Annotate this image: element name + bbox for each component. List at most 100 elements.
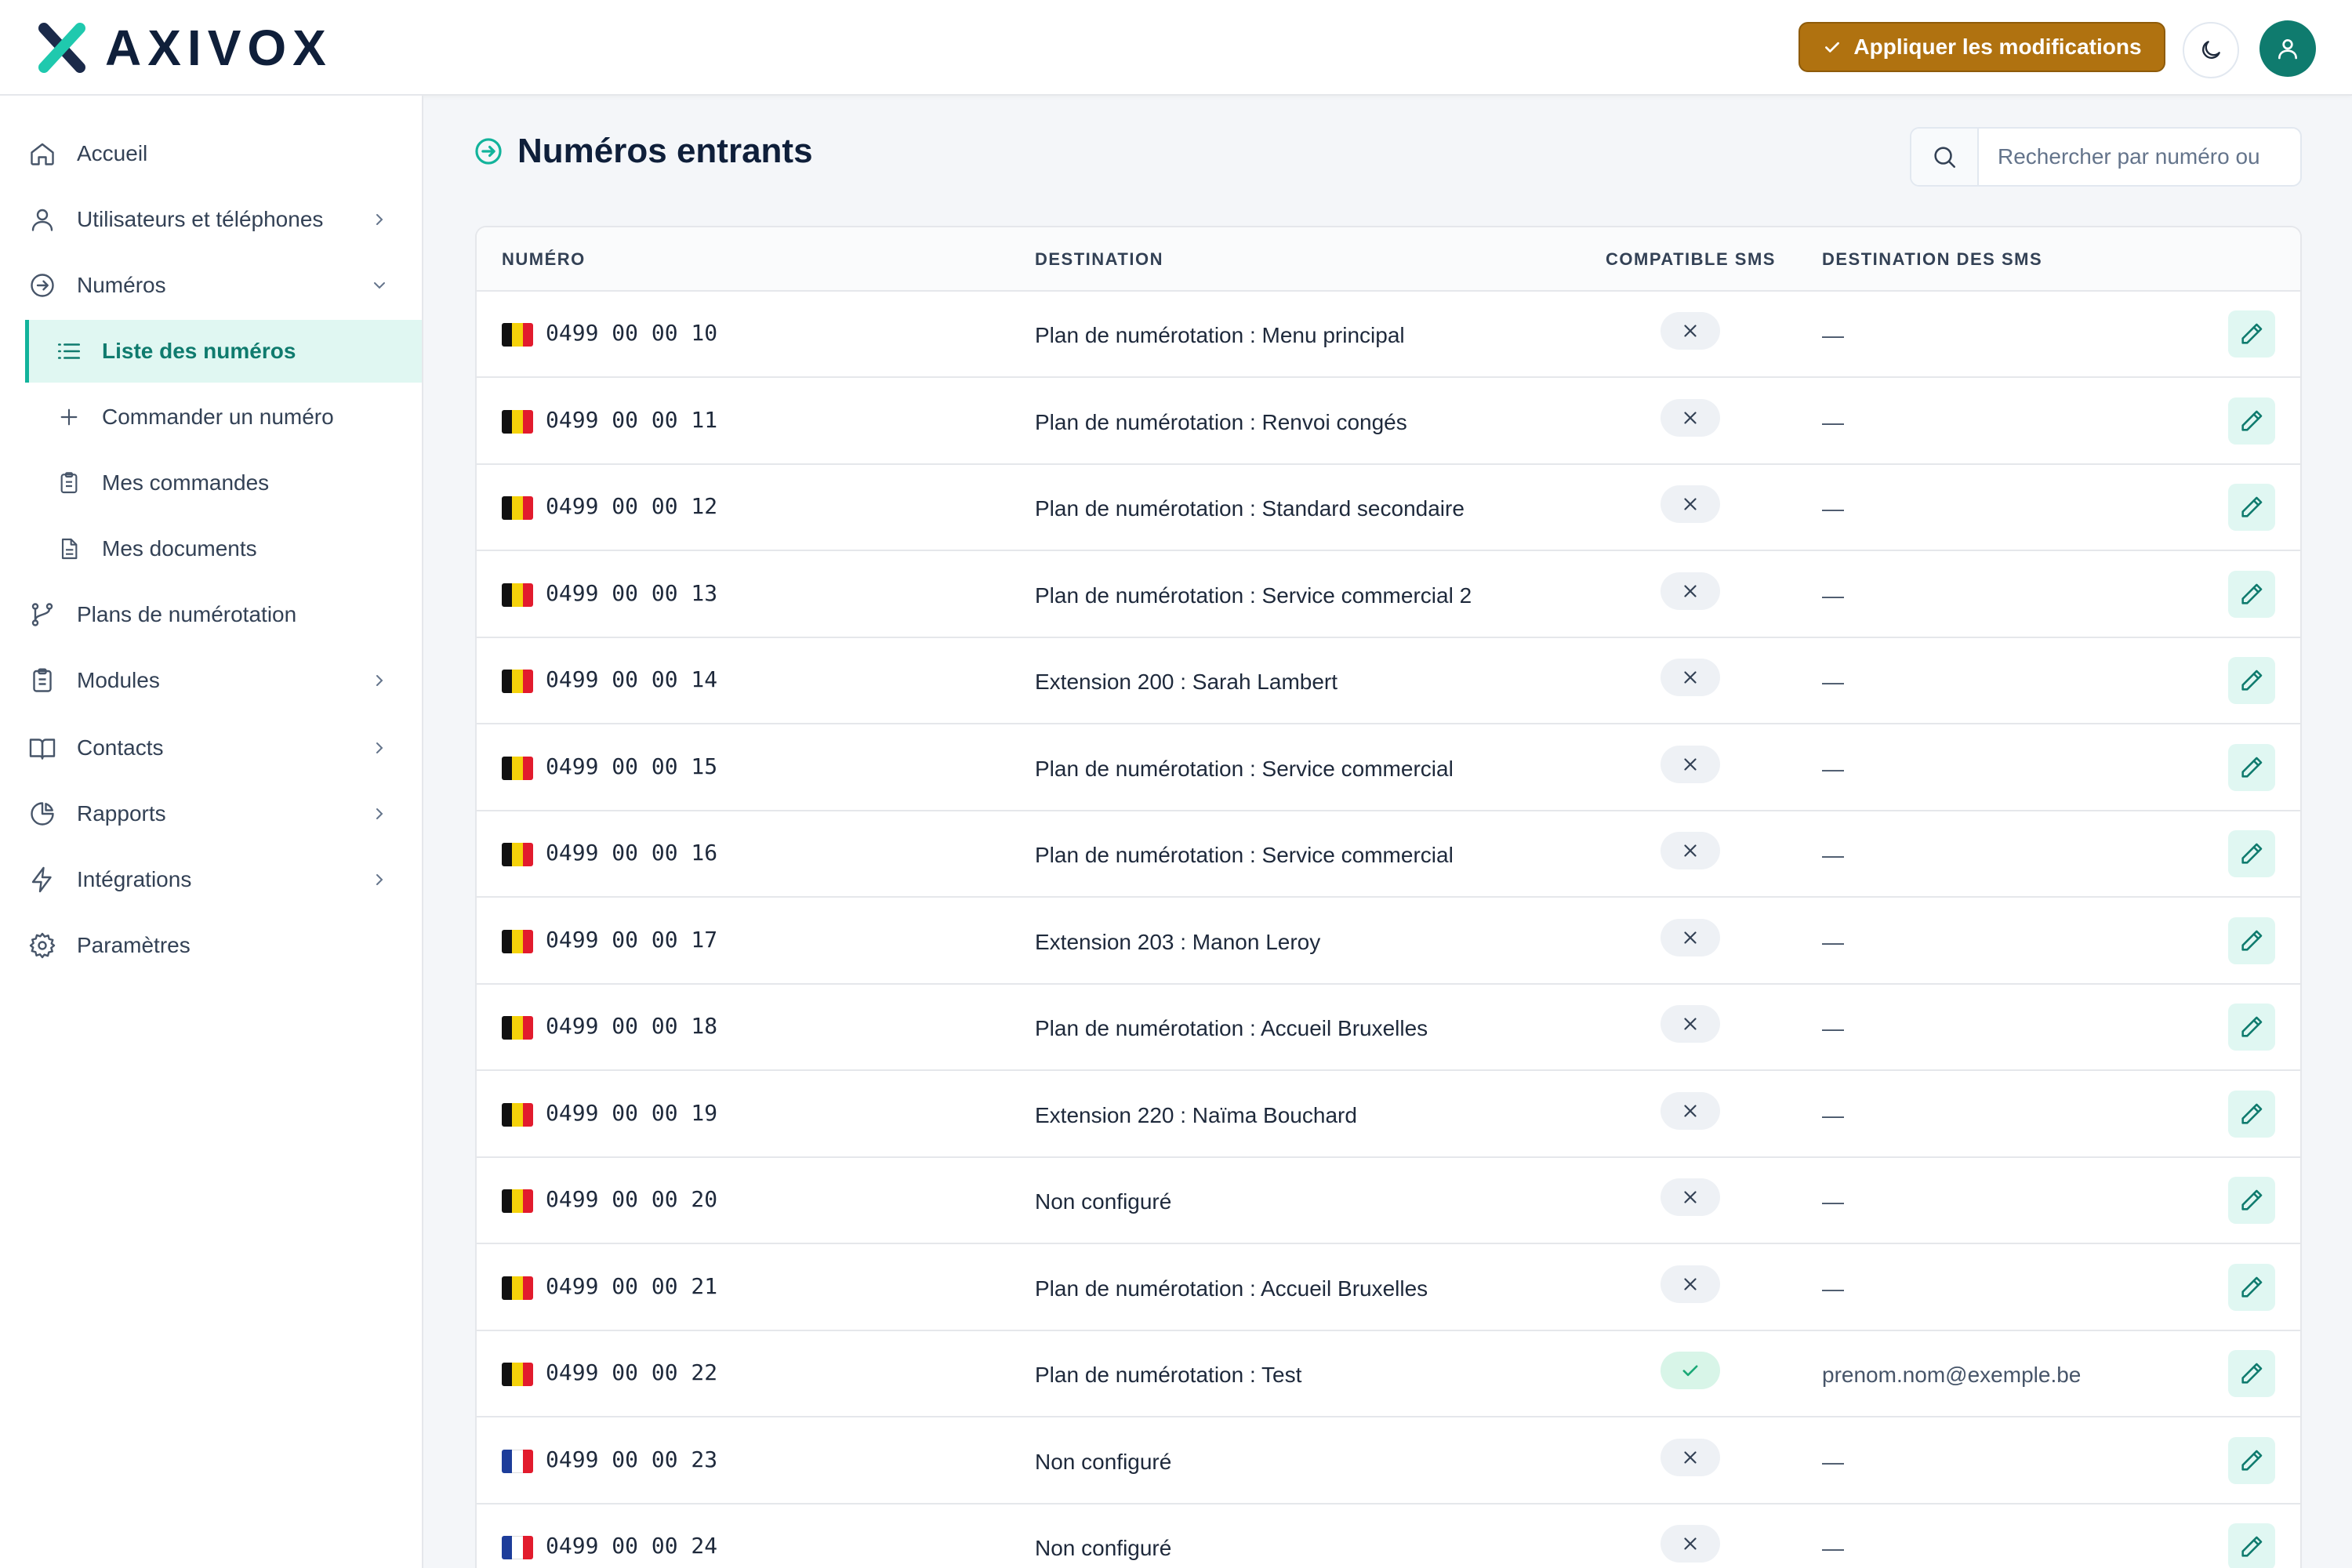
pencil-icon [2238, 321, 2265, 347]
phone-number: 0499 00 00 23 [546, 1446, 718, 1472]
destination: Plan de numérotation : Menu principal [1035, 323, 1405, 347]
sidebar-item-parametres[interactable]: Paramètres [27, 922, 400, 969]
table-row[interactable]: 0499 00 00 17 Extension 203 : Manon Leroy… [477, 898, 2300, 985]
page-header: Numéros entrants [474, 132, 813, 171]
column-header-compatible-sms[interactable]: COMPATIBLE SMS [1606, 249, 1776, 270]
column-header-destination[interactable]: DESTINATION [1035, 249, 1163, 270]
table-row[interactable]: 0499 00 00 23 Non configuré — [477, 1418, 2300, 1504]
flag-fr-icon [502, 1449, 533, 1473]
home-icon [27, 138, 58, 169]
logo[interactable]: AXIVOX [36, 22, 332, 74]
phone-number: 0499 00 00 13 [546, 579, 718, 606]
edit-button[interactable] [2228, 1263, 2275, 1311]
sidebar-item-mes-commandes[interactable]: Mes commandes [25, 452, 422, 514]
table-row[interactable]: 0499 00 00 16 Plan de numérotation : Serv… [477, 811, 2300, 898]
flag-be-icon [502, 1276, 533, 1300]
edit-button[interactable] [2228, 310, 2275, 358]
edit-button[interactable] [2228, 743, 2275, 791]
sms-not-compatible-x-icon [1661, 572, 1720, 610]
edit-button[interactable] [2228, 657, 2275, 704]
phone-number: 0499 00 00 17 [546, 926, 718, 953]
table-row[interactable]: 0499 00 00 22 Plan de numérotation : Test… [477, 1331, 2300, 1417]
edit-button[interactable] [2228, 1090, 2275, 1138]
edit-button[interactable] [2228, 1436, 2275, 1484]
table-row[interactable]: 0499 00 00 12 Plan de numérotation : Stan… [477, 465, 2300, 551]
pencil-icon [2238, 840, 2265, 867]
chevron-right-icon [376, 675, 383, 686]
dark-mode-toggle[interactable] [2183, 22, 2239, 78]
sms-destination: — [1822, 409, 1844, 434]
book-icon [27, 732, 58, 764]
apply-changes-label: Appliquer les modifications [1853, 34, 2142, 59]
flag-be-icon [502, 409, 533, 434]
edit-button[interactable] [2228, 830, 2275, 877]
sidebar-item-accueil[interactable]: Accueil [27, 130, 400, 177]
user-avatar-button[interactable] [2259, 20, 2316, 77]
sidebar-item-rapports[interactable]: Rapports [27, 790, 400, 837]
table-row[interactable]: 0499 00 00 21 Plan de numérotation : Accu… [477, 1245, 2300, 1331]
edit-button[interactable] [2228, 570, 2275, 618]
edit-button[interactable] [2228, 1177, 2275, 1224]
table-row[interactable]: 0499 00 00 11 Plan de numérotation : Renv… [477, 379, 2300, 465]
edit-button[interactable] [2228, 397, 2275, 445]
destination: Plan de numérotation : Standard secondai… [1035, 496, 1465, 521]
search-input[interactable] [1979, 144, 2300, 169]
sidebar-item-integrations[interactable]: Intégrations [27, 856, 400, 903]
destination: Non configuré [1035, 1449, 1172, 1474]
edit-button[interactable] [2228, 1350, 2275, 1397]
edit-button[interactable] [2228, 1523, 2275, 1568]
phone-number: 0499 00 00 21 [546, 1272, 718, 1299]
table-row[interactable]: 0499 00 00 24 Non configuré — [477, 1504, 2300, 1568]
phone-number: 0499 00 00 11 [546, 406, 718, 433]
brand-name: AXIVOX [105, 20, 332, 76]
destination: Extension 220 : Naïma Bouchard [1035, 1102, 1357, 1127]
sidebar-item-plans-numerotation[interactable]: Plans de numérotation [27, 591, 400, 638]
pencil-icon [2238, 581, 2265, 608]
arrow-circle-icon [475, 138, 502, 165]
sidebar-item-numeros[interactable]: Numéros [27, 262, 400, 309]
table-row[interactable]: 0499 00 00 10 Plan de numérotation : Menu… [477, 292, 2300, 378]
sms-destination: prenom.nom@exemple.be [1822, 1363, 2082, 1387]
pencil-icon [2238, 494, 2265, 521]
flag-be-icon [502, 929, 533, 953]
destination: Plan de numérotation : Renvoi congés [1035, 409, 1407, 434]
table-row[interactable]: 0499 00 00 13 Plan de numérotation : Serv… [477, 552, 2300, 638]
sidebar-item-label: Contacts [77, 735, 164, 760]
flag-be-icon [502, 843, 533, 866]
table-row[interactable]: 0499 00 00 20 Non configuré — [477, 1158, 2300, 1244]
sidebar-item-mes-documents[interactable]: Mes documents [25, 517, 422, 580]
edit-button[interactable] [2228, 484, 2275, 531]
table-row[interactable]: 0499 00 00 18 Plan de numérotation : Accu… [477, 985, 2300, 1071]
sidebar-item-liste-numeros[interactable]: Liste des numéros [25, 320, 422, 383]
chevron-right-icon [376, 742, 383, 753]
sms-destination: — [1822, 843, 1844, 867]
chevron-right-icon [376, 874, 383, 885]
apply-changes-button[interactable]: Appliquer les modifications [1798, 22, 2165, 72]
pencil-icon [2238, 1101, 2265, 1127]
sms-destination: — [1822, 323, 1844, 347]
sidebar-item-commander-numero[interactable]: Commander un numéro [25, 386, 422, 448]
user-icon [2278, 39, 2297, 60]
flag-be-icon [502, 323, 533, 347]
column-header-numero[interactable]: NUMÉRO [502, 249, 586, 270]
sidebar-item-contacts[interactable]: Contacts [27, 724, 400, 771]
sidebar-item-utilisateurs[interactable]: Utilisateurs et téléphones [27, 196, 400, 243]
phone-number: 0499 00 00 16 [546, 840, 718, 866]
table-row[interactable]: 0499 00 00 15 Plan de numérotation : Serv… [477, 725, 2300, 811]
table-row[interactable]: 0499 00 00 14 Extension 200 : Sarah Lambe… [477, 638, 2300, 724]
pencil-icon [2238, 1274, 2265, 1301]
phone-number: 0499 00 00 22 [546, 1359, 718, 1385]
sidebar-item-modules[interactable]: Modules [27, 657, 400, 704]
search-box [1910, 127, 2302, 187]
edit-button[interactable] [2228, 1004, 2275, 1051]
sms-destination: — [1822, 1536, 1844, 1560]
search-icon[interactable] [1911, 129, 1979, 185]
table-row[interactable]: 0499 00 00 19 Extension 220 : Naïma Bouch… [477, 1072, 2300, 1158]
flag-be-icon [502, 1363, 533, 1386]
edit-button[interactable] [2228, 916, 2275, 964]
column-header-destination-sms[interactable]: DESTINATION DES SMS [1822, 249, 2042, 270]
destination: Plan de numérotation : Accueil Bruxelles [1035, 1016, 1428, 1040]
sms-destination: — [1822, 670, 1844, 694]
sms-not-compatible-x-icon [1661, 1178, 1720, 1216]
pie-chart-icon [27, 798, 58, 829]
